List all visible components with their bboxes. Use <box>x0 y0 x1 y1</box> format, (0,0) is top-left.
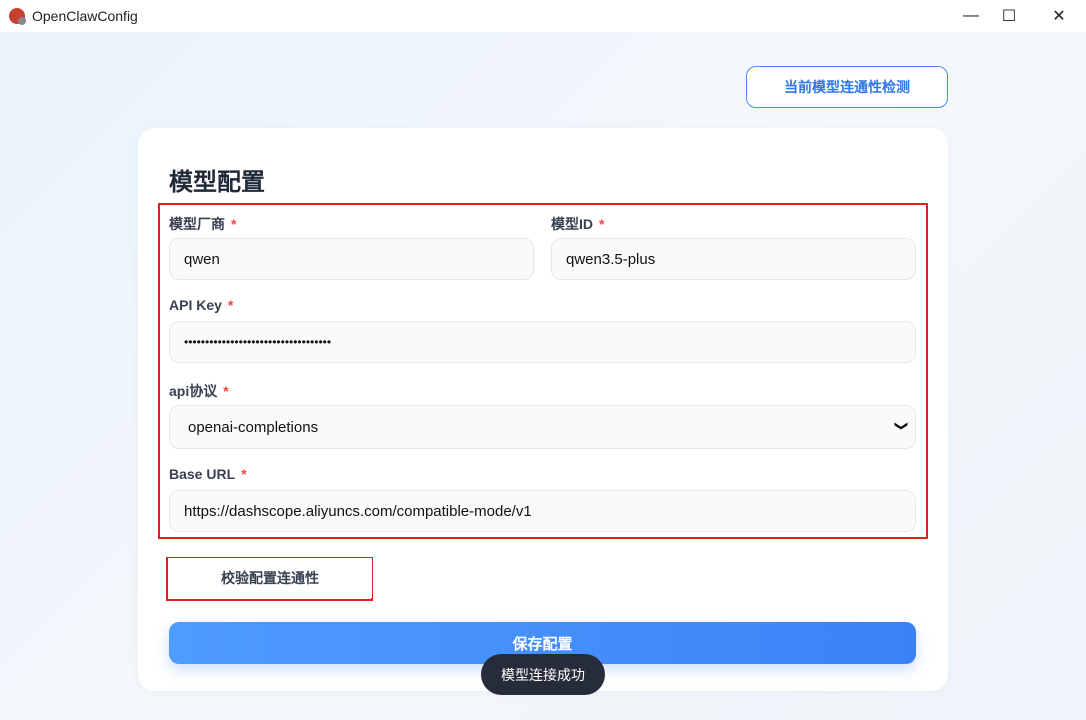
model-id-input[interactable]: qwen3.5-plus <box>551 238 916 280</box>
api-protocol-value: openai-completions <box>188 418 319 436</box>
close-button[interactable]: ✕ <box>1036 0 1082 32</box>
model-id-label: 模型ID * <box>551 216 605 232</box>
api-key-input[interactable]: ••••••••••••••••••••••••••••••••••• <box>169 321 916 363</box>
vendor-label: 模型厂商 * <box>169 216 237 232</box>
connectivity-check-button[interactable]: 当前模型连通性检测 <box>746 66 948 108</box>
base-url-label: Base URL * <box>169 466 247 482</box>
chevron-down-icon: ❯ <box>894 420 910 432</box>
page-title: 模型配置 <box>169 169 265 196</box>
api-protocol-select[interactable]: openai-completions ❯ <box>169 405 916 449</box>
api-key-label: API Key * <box>169 297 234 313</box>
main-content: 当前模型连通性检测 模型配置 模型厂商 * qwen 模型ID * qwen3.5-… <box>0 32 1086 720</box>
title-bar: OpenClawConfig — ☐ ✕ <box>0 0 1086 32</box>
window-title: OpenClawConfig <box>32 8 138 24</box>
success-toast: 模型连接成功 <box>481 654 605 695</box>
base-url-input[interactable]: https://dashscope.aliyuncs.com/compatibl… <box>169 490 916 532</box>
maximize-button[interactable]: ☐ <box>986 0 1032 32</box>
model-config-card: 模型配置 模型厂商 * qwen 模型ID * qwen3.5-plus API K… <box>138 128 948 691</box>
api-protocol-label: api协议 * <box>169 383 229 399</box>
app-logo-icon <box>9 8 26 25</box>
verify-config-button[interactable]: 校验配置连通性 <box>168 558 372 598</box>
vendor-input[interactable]: qwen <box>169 238 534 280</box>
